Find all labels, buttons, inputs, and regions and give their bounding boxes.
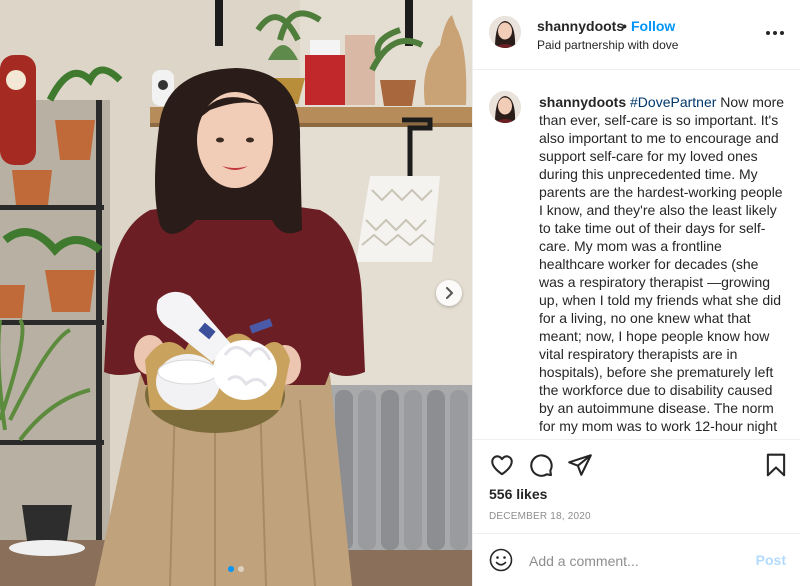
paper-plane-icon — [568, 454, 592, 476]
post-photo[interactable] — [0, 0, 472, 586]
save-button[interactable] — [763, 452, 789, 478]
likes-count[interactable]: 556 likes — [489, 486, 547, 502]
post-side-panel: shannydoots • Follow Paid partnership wi… — [472, 0, 800, 586]
post-image — [0, 0, 472, 586]
share-button[interactable] — [567, 452, 593, 478]
post-header: shannydoots • Follow Paid partnership wi… — [473, 0, 800, 70]
more-options-button[interactable] — [764, 26, 786, 40]
comment-bar: Post — [473, 533, 800, 586]
caption-hashtag[interactable]: #DovePartner — [630, 94, 716, 110]
comment-icon — [530, 454, 553, 477]
carousel-dot-1 — [228, 566, 234, 572]
caption-section[interactable]: shannydoots #DovePartner Now more than e… — [473, 71, 800, 439]
follow-separator: • — [622, 18, 627, 34]
post-actions: 556 likes DECEMBER 18, 2020 — [473, 439, 800, 531]
comment-button[interactable] — [528, 452, 554, 478]
more-options-dot — [773, 31, 777, 35]
like-button[interactable] — [489, 452, 515, 478]
post-comment-button[interactable]: Post — [756, 552, 786, 568]
header-username[interactable]: shannydoots — [537, 18, 624, 34]
caption-text: Now more than ever, self-care is so impo… — [539, 94, 785, 439]
smiley-icon — [489, 548, 513, 572]
carousel-dot-2 — [238, 566, 244, 572]
heart-icon — [491, 455, 513, 476]
caption-username[interactable]: shannydoots — [539, 94, 626, 110]
next-slide-button[interactable] — [436, 280, 462, 306]
more-options-icon — [766, 31, 770, 35]
bookmark-icon — [766, 453, 786, 477]
paid-partnership-label[interactable]: Paid partnership with dove — [537, 38, 678, 52]
chevron-right-icon — [446, 287, 453, 299]
avatar[interactable] — [489, 16, 521, 48]
carousel-indicator — [0, 566, 472, 572]
follow-button[interactable]: Follow — [631, 18, 675, 34]
comment-input[interactable] — [529, 550, 739, 572]
caption-avatar[interactable] — [489, 91, 521, 123]
more-options-dot — [780, 31, 784, 35]
emoji-button[interactable] — [489, 548, 513, 572]
post-date[interactable]: DECEMBER 18, 2020 — [489, 511, 591, 522]
post-caption: shannydoots #DovePartner Now more than e… — [539, 93, 787, 439]
